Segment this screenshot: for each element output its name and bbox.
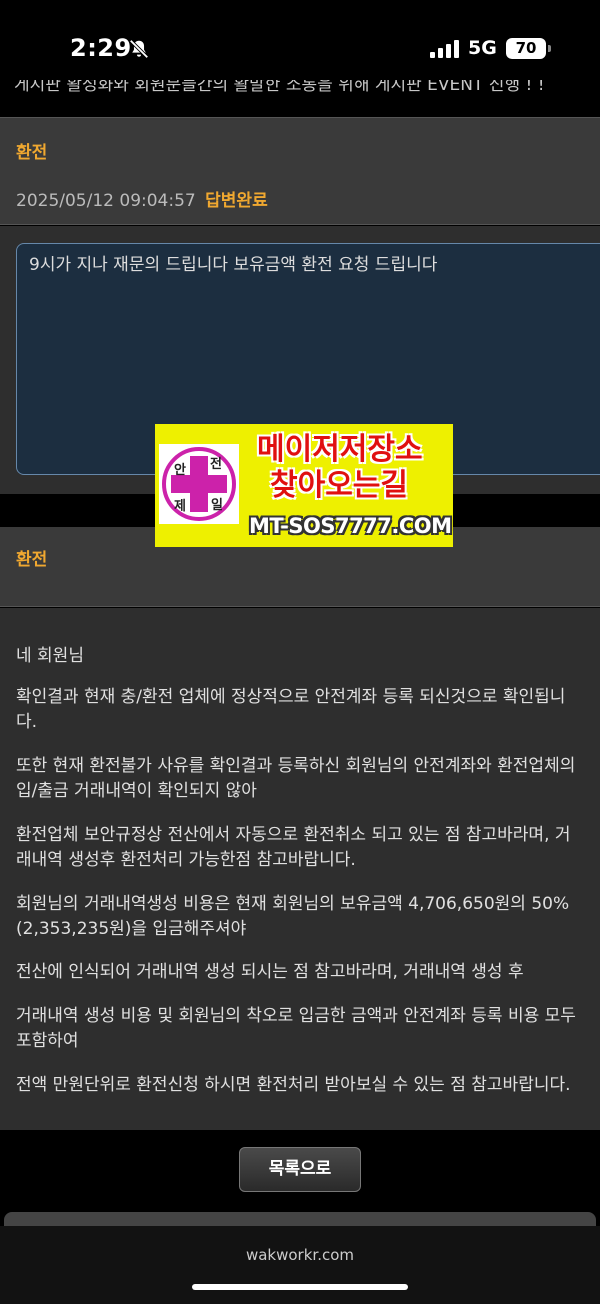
event-notice-text[interactable]: 게시판 활성화와 회원분들간의 활발한 소통을 위해 게시판 EVENT 진행 … bbox=[14, 80, 594, 102]
status-badge: 답변완료 bbox=[205, 191, 268, 211]
question-header: 환전 2025/05/12 09:04:57 답변완료 bbox=[0, 117, 600, 225]
network-label: 5G bbox=[468, 37, 497, 59]
status-bar: 2:29 5G 70 bbox=[0, 0, 600, 88]
answer-paragraph: 확인결과 현재 충/환전 업체에 정상적으로 안전계좌 등록 되신것으로 확인됩… bbox=[16, 687, 566, 732]
ad-banner[interactable]: 안 전 제 일 메이저저장소 찾아오는길 MT-SOS7777.COM bbox=[155, 424, 453, 547]
answer-paragraph: 전액 만원단위로 환전신청 하시면 환전처리 받아보실 수 있는 점 참고바랍니… bbox=[16, 1075, 571, 1095]
answer-paragraph: 네 회원님 bbox=[16, 646, 84, 666]
answer-category: 환전 bbox=[16, 550, 48, 570]
question-body: 9시가 지나 재문의 드립니다 보유금액 환전 요청 드립니다 bbox=[29, 255, 438, 275]
question-date: 2025/05/12 09:04:57 bbox=[16, 191, 196, 211]
ad-url: MT-SOS7777.COM bbox=[249, 514, 452, 538]
answer-paragraph: 전산에 인식되어 거래내역 생성 되시는 점 참고바라며, 거래내역 생성 후 bbox=[16, 962, 524, 982]
answer-paragraph: 거래내역 생성 비용 및 회원님의 착오로 입금한 금액과 안전계좌 등록 비용… bbox=[16, 1006, 576, 1051]
battery-icon: 70 bbox=[506, 38, 551, 59]
answer-paragraph: 회원님의 거래내역생성 비용은 현재 회원님의 보유금액 4,706,650원의… bbox=[16, 894, 570, 939]
home-indicator[interactable] bbox=[192, 1284, 408, 1290]
bell-muted-icon bbox=[129, 39, 149, 59]
answer-paragraph: 환전업체 보안규정상 전산에서 자동으로 환전취소 되고 있는 점 참고바라며,… bbox=[16, 825, 571, 870]
question-meta: 2025/05/12 09:04:57 답변완료 bbox=[16, 186, 268, 211]
browser-url[interactable]: wakworkr.com bbox=[0, 1246, 600, 1264]
browser-url-bar[interactable]: wakworkr.com bbox=[0, 1226, 600, 1304]
safety-logo: 안 전 제 일 bbox=[159, 444, 239, 524]
question-category: 환전 bbox=[16, 143, 48, 163]
signal-icon bbox=[430, 40, 460, 58]
ad-subheadline: 찾아오는길 bbox=[270, 468, 408, 503]
back-to-list-button[interactable]: 목록으로 bbox=[239, 1147, 361, 1192]
answer-body: 네 회원님 확인결과 현재 충/환전 업체에 정상적으로 안전계좌 등록 되신것… bbox=[0, 608, 600, 1130]
answer-paragraph: 또한 현재 환전불가 사유를 확인결과 등록하신 회원님의 안전계좌와 환전업체… bbox=[16, 756, 576, 801]
status-time: 2:29 bbox=[70, 34, 132, 62]
